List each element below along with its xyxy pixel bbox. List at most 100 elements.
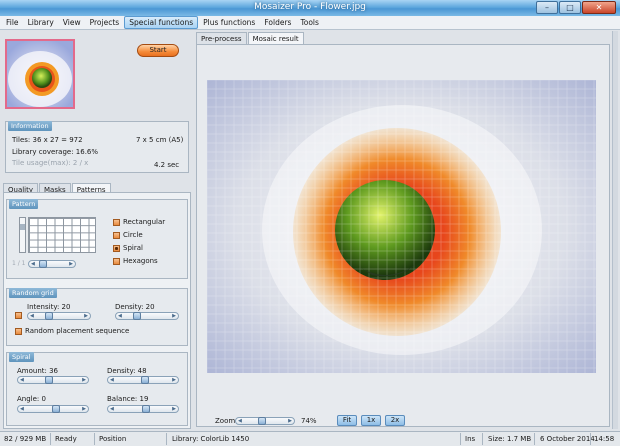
option-hexagons-label: Hexagons bbox=[123, 257, 158, 265]
tile-usage: Tile usage(max): 2 / x bbox=[12, 159, 89, 167]
spiral-density-label: Density: 48 bbox=[107, 367, 147, 375]
balance-slider[interactable]: ◀ ▶ bbox=[107, 405, 179, 413]
random-placement-label: Random placement sequence bbox=[25, 327, 130, 335]
option-spiral[interactable]: Spiral bbox=[113, 244, 143, 252]
pattern-vscroll-thumb[interactable] bbox=[20, 224, 25, 230]
chevron-right-icon[interactable]: ▶ bbox=[82, 406, 86, 412]
zoom-fit-button[interactable]: Fit bbox=[337, 415, 357, 426]
window-title: Mosaizer Pro - Flower.jpg bbox=[254, 2, 366, 12]
chevron-left-icon[interactable]: ◀ bbox=[118, 313, 122, 319]
chevron-right-icon[interactable]: ▶ bbox=[288, 418, 292, 424]
status-position: Position bbox=[99, 435, 127, 443]
menu-projects[interactable]: Projects bbox=[86, 17, 124, 28]
option-rectangular-box[interactable] bbox=[113, 218, 120, 226]
menu-view[interactable]: View bbox=[59, 17, 85, 28]
angle-knob[interactable] bbox=[52, 405, 60, 413]
pattern-hscroll[interactable]: ◀ ▶ bbox=[28, 260, 76, 268]
flower-thumbnail-image bbox=[7, 41, 73, 107]
zoom-label: Zoom bbox=[215, 417, 236, 425]
menu-special-functions[interactable]: Special functions bbox=[124, 16, 199, 29]
random-density-knob[interactable] bbox=[133, 312, 141, 320]
menu-library[interactable]: Library bbox=[24, 17, 58, 28]
random-placement-box[interactable] bbox=[15, 327, 22, 335]
spiral-density-knob[interactable] bbox=[141, 376, 149, 384]
render-time: 4.2 sec bbox=[154, 161, 180, 169]
zoom-knob[interactable] bbox=[258, 417, 266, 425]
zoom-2x-button[interactable]: 2x bbox=[385, 415, 405, 426]
zoom-value: 74% bbox=[301, 417, 317, 425]
option-hexagons-box[interactable] bbox=[113, 257, 120, 265]
option-circle-box[interactable] bbox=[113, 231, 120, 239]
status-library: Library: ColorLib 1450 bbox=[172, 435, 250, 443]
random-density-slider[interactable]: ◀ ▶ bbox=[115, 312, 179, 320]
random-grid-group: Random grid Intensity: 20 Density: 20 ◀ … bbox=[6, 288, 188, 346]
pattern-vertical-scroll[interactable] bbox=[19, 217, 26, 253]
chevron-left-icon[interactable]: ◀ bbox=[20, 406, 24, 412]
pattern-group: Pattern 1 / 1 ◀ ▶ Rectangular Circle Spi… bbox=[6, 199, 188, 279]
left-panel: Start Information Tiles: 36 x 27 = 972 7… bbox=[3, 33, 191, 429]
chevron-left-icon[interactable]: ◀ bbox=[238, 418, 242, 424]
print-size: 7 x 5 cm (A5) bbox=[136, 136, 184, 144]
pattern-grid-preview[interactable] bbox=[28, 217, 96, 253]
maximize-button[interactable]: □ bbox=[559, 1, 581, 14]
option-circle[interactable]: Circle bbox=[113, 231, 143, 239]
menu-file[interactable]: File bbox=[2, 17, 23, 28]
random-placement-option[interactable]: Random placement sequence bbox=[15, 327, 129, 335]
menu-folders[interactable]: Folders bbox=[260, 17, 295, 28]
zoom-1x-button[interactable]: 1x bbox=[361, 415, 381, 426]
title-bar: Mosaizer Pro - Flower.jpg – □ ✕ bbox=[0, 0, 620, 16]
menu-tools[interactable]: Tools bbox=[296, 17, 322, 28]
amount-label: Amount: 36 bbox=[17, 367, 58, 375]
start-button[interactable]: Start bbox=[137, 44, 179, 57]
amount-knob[interactable] bbox=[45, 376, 53, 384]
chevron-left-icon[interactable]: ◀ bbox=[31, 261, 35, 267]
result-canvas: Zoom ◀ ▶ 74% Fit 1x 2x bbox=[196, 44, 610, 427]
chevron-left-icon[interactable]: ◀ bbox=[30, 313, 34, 319]
tiles-count: Tiles: 36 x 27 = 972 bbox=[12, 136, 83, 144]
status-size: Size: 1.7 MB bbox=[488, 435, 532, 443]
information-title: Information bbox=[8, 121, 52, 131]
intensity-knob[interactable] bbox=[45, 312, 53, 320]
chevron-left-icon[interactable]: ◀ bbox=[110, 406, 114, 412]
option-spiral-label: Spiral bbox=[123, 244, 143, 252]
patterns-panel: Pattern 1 / 1 ◀ ▶ Rectangular Circle Spi… bbox=[3, 192, 191, 429]
spiral-group: Spiral Amount: 36 Density: 48 ◀ ▶ ◀ ▶ An… bbox=[6, 352, 188, 426]
spiral-density-slider[interactable]: ◀ ▶ bbox=[107, 376, 179, 384]
chevron-right-icon[interactable]: ▶ bbox=[172, 406, 176, 412]
balance-knob[interactable] bbox=[142, 405, 150, 413]
chevron-left-icon[interactable]: ◀ bbox=[20, 377, 24, 383]
amount-slider[interactable]: ◀ ▶ bbox=[17, 376, 89, 384]
option-rectangular-label: Rectangular bbox=[123, 218, 166, 226]
random-grid-checkbox[interactable] bbox=[15, 312, 22, 319]
status-bar: 82 / 929 MB Ready Position Library: Colo… bbox=[0, 431, 620, 446]
random-density-label: Density: 20 bbox=[115, 303, 155, 311]
chevron-right-icon[interactable]: ▶ bbox=[172, 313, 176, 319]
intensity-slider[interactable]: ◀ ▶ bbox=[27, 312, 91, 320]
status-state: Ready bbox=[55, 435, 77, 443]
chevron-right-icon[interactable]: ▶ bbox=[172, 377, 176, 383]
chevron-right-icon[interactable]: ▶ bbox=[84, 313, 88, 319]
chevron-right-icon[interactable]: ▶ bbox=[82, 377, 86, 383]
chevron-right-icon[interactable]: ▶ bbox=[69, 261, 73, 267]
pattern-hscroll-knob[interactable] bbox=[39, 260, 47, 268]
right-edge-scrollbar[interactable] bbox=[612, 31, 618, 429]
option-spiral-box[interactable] bbox=[113, 244, 120, 252]
close-button[interactable]: ✕ bbox=[582, 1, 616, 14]
menu-plus-functions[interactable]: Plus functions bbox=[199, 17, 259, 28]
option-hexagons[interactable]: Hexagons bbox=[113, 257, 158, 265]
angle-slider[interactable]: ◀ ▶ bbox=[17, 405, 89, 413]
spiral-title: Spiral bbox=[9, 352, 34, 362]
pattern-slider-hint: 1 / 1 bbox=[12, 260, 26, 267]
minimize-button[interactable]: – bbox=[536, 1, 558, 14]
option-rectangular[interactable]: Rectangular bbox=[113, 218, 165, 226]
status-time: 14:58 bbox=[594, 435, 615, 443]
angle-label: Angle: 0 bbox=[17, 395, 46, 403]
chevron-left-icon[interactable]: ◀ bbox=[110, 377, 114, 383]
option-circle-label: Circle bbox=[123, 231, 143, 239]
zoom-slider[interactable]: ◀ ▶ bbox=[235, 417, 295, 425]
source-thumbnail[interactable] bbox=[5, 39, 75, 109]
library-coverage: Library coverage: 16.6% bbox=[12, 148, 99, 156]
intensity-label: Intensity: 20 bbox=[27, 303, 71, 311]
information-group: Information Tiles: 36 x 27 = 972 7 x 5 c… bbox=[5, 121, 189, 173]
mosaic-result-image[interactable] bbox=[207, 80, 596, 373]
